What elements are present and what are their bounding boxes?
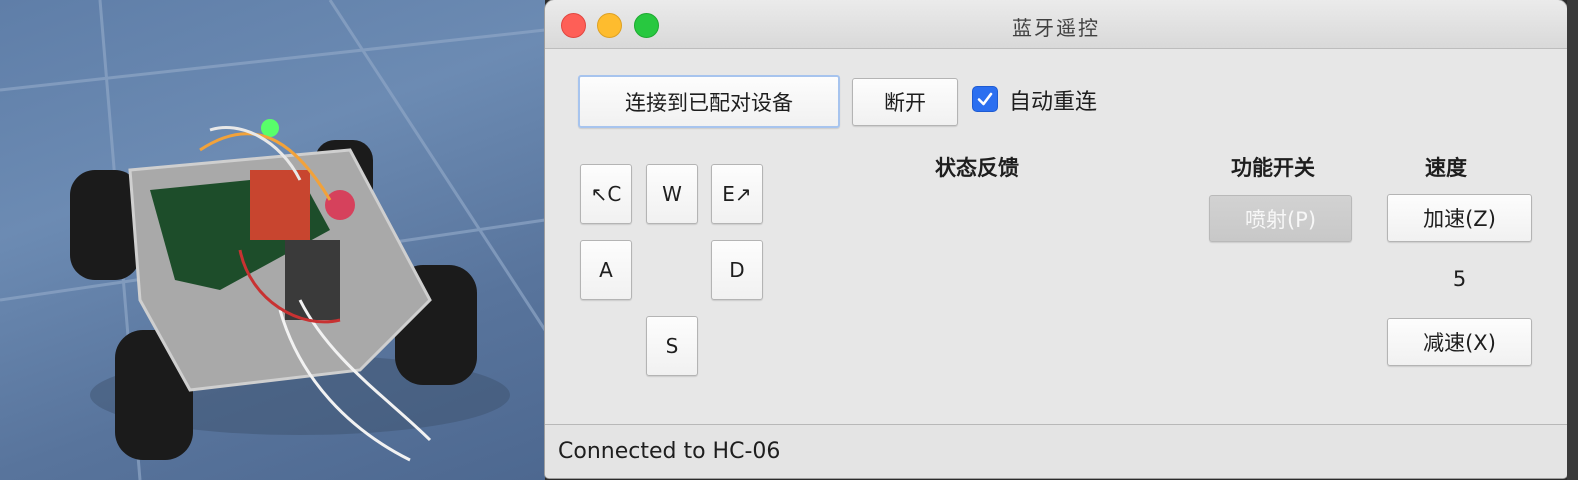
connect-paired-device-button[interactable]: 连接到已配对设备 xyxy=(578,75,840,128)
speed-heading: 速度 xyxy=(1425,156,1467,180)
background-strip xyxy=(1567,0,1578,480)
disconnect-button[interactable]: 断开 xyxy=(852,78,958,126)
rotate-right-button[interactable]: E↗ xyxy=(711,164,763,224)
connection-status-text: Connected to HC-06 xyxy=(558,439,781,464)
window-title: 蓝牙遥控 xyxy=(1012,16,1100,40)
robot-car-photo xyxy=(0,0,545,480)
left-a-button[interactable]: A xyxy=(580,240,632,300)
status-feedback-heading: 状态反馈 xyxy=(935,156,1019,180)
speed-value: 5 xyxy=(1452,267,1467,291)
rotate-left-button[interactable]: ↖C xyxy=(580,164,632,224)
speed-down-button[interactable]: 减速(X) xyxy=(1387,318,1532,366)
title-bar: 蓝牙遥控 xyxy=(545,0,1567,49)
backward-s-button[interactable]: S xyxy=(646,316,698,376)
forward-w-button[interactable]: W xyxy=(646,164,698,224)
auto-reconnect-label: 自动重连 xyxy=(1009,90,1098,115)
checkmark-icon xyxy=(977,92,993,106)
function-switch-heading: 功能开关 xyxy=(1231,156,1315,180)
status-bar: Connected to HC-06 xyxy=(545,424,1567,478)
bluetooth-remote-window: 蓝牙遥控 连接到已配对设备 断开 自动重连 ↖C W E↗ A D S 状态反馈… xyxy=(545,0,1567,478)
auto-reconnect-checkbox[interactable] xyxy=(972,86,998,112)
speed-up-button[interactable]: 加速(Z) xyxy=(1387,194,1532,242)
spray-button[interactable]: 喷射(P) xyxy=(1209,195,1352,242)
right-d-button[interactable]: D xyxy=(711,240,763,300)
